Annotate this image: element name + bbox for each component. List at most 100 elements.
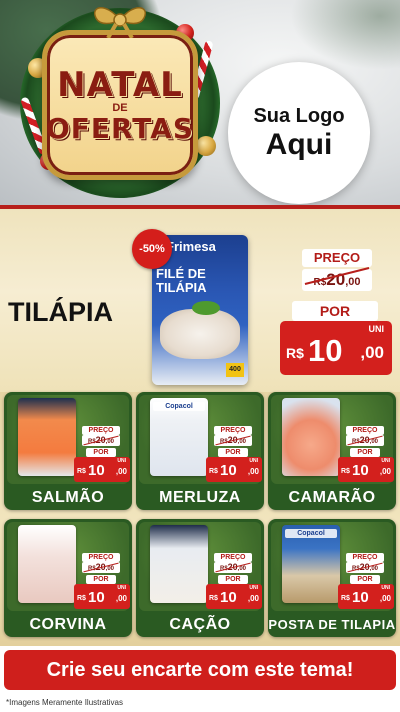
- featured-offer: TILÁPIA -50% Frimesa FILÉ DE TILÁPIA 400…: [0, 205, 400, 392]
- por-label: POR: [218, 575, 248, 584]
- product-card-corvina: PREÇO R$20,00 POR UNIR$10,00 CORVINA: [4, 519, 132, 637]
- cacao-package-image: [150, 525, 208, 603]
- old-price-cents: ,00: [105, 566, 115, 572]
- new-price-currency: R$: [77, 595, 86, 602]
- unit-label: UNI: [381, 585, 390, 591]
- product-name: CORVINA: [29, 616, 107, 633]
- new-price-value: 10: [352, 589, 369, 606]
- new-price-value: 10: [88, 462, 105, 479]
- new-price: UNI R$ 10 ,00: [74, 584, 130, 609]
- header-banner: NATAL DE OFERTAS Sua Logo Aqui: [0, 0, 400, 212]
- fish-fillet-icon: [160, 309, 240, 359]
- new-price: UNI R$ 10 ,00: [206, 584, 262, 609]
- package-weight: 400: [226, 363, 244, 377]
- new-price-cents: ,00: [360, 343, 384, 362]
- new-price-value: 10: [352, 462, 369, 479]
- new-price: UNI R$ 10 ,00: [280, 321, 392, 375]
- discount-badge: -50%: [132, 229, 172, 269]
- package-name: FILÉ DE TILÁPIA: [156, 266, 207, 295]
- natal-de-ofertas-badge: NATAL DE OFERTAS: [42, 30, 198, 180]
- price-label: PREÇO: [82, 426, 120, 435]
- badge-title-natal: NATAL: [57, 64, 183, 105]
- featured-product-name: TILÁPIA: [8, 297, 113, 327]
- por-label: POR: [86, 448, 116, 457]
- product-name: CAMARÃO: [288, 489, 376, 506]
- new-price-cents: ,00: [247, 467, 259, 476]
- product-name: CAÇÃO: [169, 616, 231, 633]
- store-logo-placeholder: Sua Logo Aqui: [228, 62, 370, 204]
- price-tag: PREÇO R$20,00 POR UNIR$10,00: [338, 426, 394, 482]
- unit-label: UNI: [381, 458, 390, 464]
- gold-ornament-icon: [196, 136, 216, 156]
- new-price-value: 10: [220, 589, 237, 606]
- price-tag: PREÇO R$20,00 POR UNIR$10,00: [206, 426, 262, 482]
- new-price: UNI R$ 10 ,00: [206, 457, 262, 482]
- new-price-cents: ,00: [379, 594, 391, 603]
- price-tag: PREÇO R$20,00 POR UNIR$10,00: [338, 553, 394, 609]
- corvina-package-image: [18, 525, 76, 603]
- old-price-cents: ,00: [237, 439, 247, 445]
- product-name: MERLUZA: [159, 489, 241, 506]
- new-price-cents: ,00: [115, 594, 127, 603]
- package-brand: Copacol: [153, 402, 205, 411]
- por-label: POR: [350, 575, 380, 584]
- new-price-currency: R$: [77, 468, 86, 475]
- pine-branch-decoration-right: [290, 0, 400, 70]
- unit-label: UNI: [117, 585, 126, 591]
- new-price-currency: R$: [341, 595, 350, 602]
- shrimp-package-image: [282, 398, 340, 476]
- por-label: POR: [86, 575, 116, 584]
- por-label: POR: [350, 448, 380, 457]
- price-label: PREÇO: [82, 553, 120, 562]
- new-price-cents: ,00: [115, 467, 127, 476]
- price-label: PREÇO: [302, 249, 372, 267]
- posta-package-image: Copacol: [282, 525, 340, 603]
- package-brand: Frimesa: [166, 239, 216, 254]
- new-price-currency: R$: [209, 595, 218, 602]
- product-card-cacao: PREÇO R$20,00 POR UNIR$10,00 CAÇÃO: [136, 519, 264, 637]
- por-label: POR: [292, 301, 378, 321]
- product-name: SALMÃO: [31, 489, 105, 506]
- new-price: UNI R$ 10 ,00: [338, 457, 394, 482]
- new-price: UNI R$ 10 ,00: [74, 457, 130, 482]
- new-price-value: 10: [88, 589, 105, 606]
- merluza-package-image: Copacol: [150, 398, 208, 476]
- price-tag: PREÇO R$20,00 POR UNIR$10,00: [74, 553, 130, 609]
- product-card-posta-de-tilapia: Copacol PREÇO R$20,00 POR UNIR$10,00 POS…: [268, 519, 396, 637]
- product-name: POSTA DE TILAPIA: [268, 617, 396, 632]
- new-price-value: 10: [308, 333, 343, 368]
- new-price-cents: ,00: [247, 594, 259, 603]
- price-tag: PREÇO R$20,00 POR UNIR$10,00: [74, 426, 130, 482]
- create-flyer-banner[interactable]: Crie seu encarte com este tema!: [4, 650, 396, 690]
- package-brand: Copacol: [285, 529, 337, 538]
- product-card-merluza: Copacol PREÇO R$20,00 POR UNIR$10,00 MER…: [136, 392, 264, 510]
- product-grid: PREÇO R$20,00 POR UNIR$10,00 SALMÃO Copa…: [0, 392, 400, 646]
- logo-line-1: Sua Logo: [253, 105, 345, 127]
- new-price-currency: R$: [209, 468, 218, 475]
- new-price-currency: R$: [286, 345, 304, 361]
- por-label: POR: [218, 448, 248, 457]
- unit-label: UNI: [249, 585, 258, 591]
- old-price-cents: ,00: [369, 439, 379, 445]
- old-price-cents: ,00: [345, 276, 361, 288]
- gold-bow-icon: [93, 7, 147, 38]
- salmon-package-image: [18, 398, 76, 476]
- price-tag: PREÇO R$20,00 POR UNIR$10,00: [206, 553, 262, 609]
- featured-price-tag: PREÇO R$20,00 POR UNI R$ 10 ,00: [280, 249, 392, 379]
- footer: Crie seu encarte com este tema! *Imagens…: [0, 646, 400, 712]
- price-label: PREÇO: [214, 426, 252, 435]
- image-disclaimer: *Imagens Meramente Ilustrativas: [6, 698, 123, 707]
- badge-title-ofertas: OFERTAS: [45, 111, 195, 145]
- new-price-currency: R$: [341, 468, 350, 475]
- old-price-cents: ,00: [237, 566, 247, 572]
- price-label: PREÇO: [214, 553, 252, 562]
- garnish-icon: [192, 301, 220, 315]
- new-price-cents: ,00: [379, 467, 391, 476]
- new-price-value: 10: [220, 462, 237, 479]
- product-card-salmao: PREÇO R$20,00 POR UNIR$10,00 SALMÃO: [4, 392, 132, 510]
- old-price-cents: ,00: [105, 439, 115, 445]
- price-label: PREÇO: [346, 426, 384, 435]
- unit-label: UNI: [368, 324, 385, 334]
- unit-label: UNI: [117, 458, 126, 464]
- logo-line-2: Aqui: [265, 128, 333, 161]
